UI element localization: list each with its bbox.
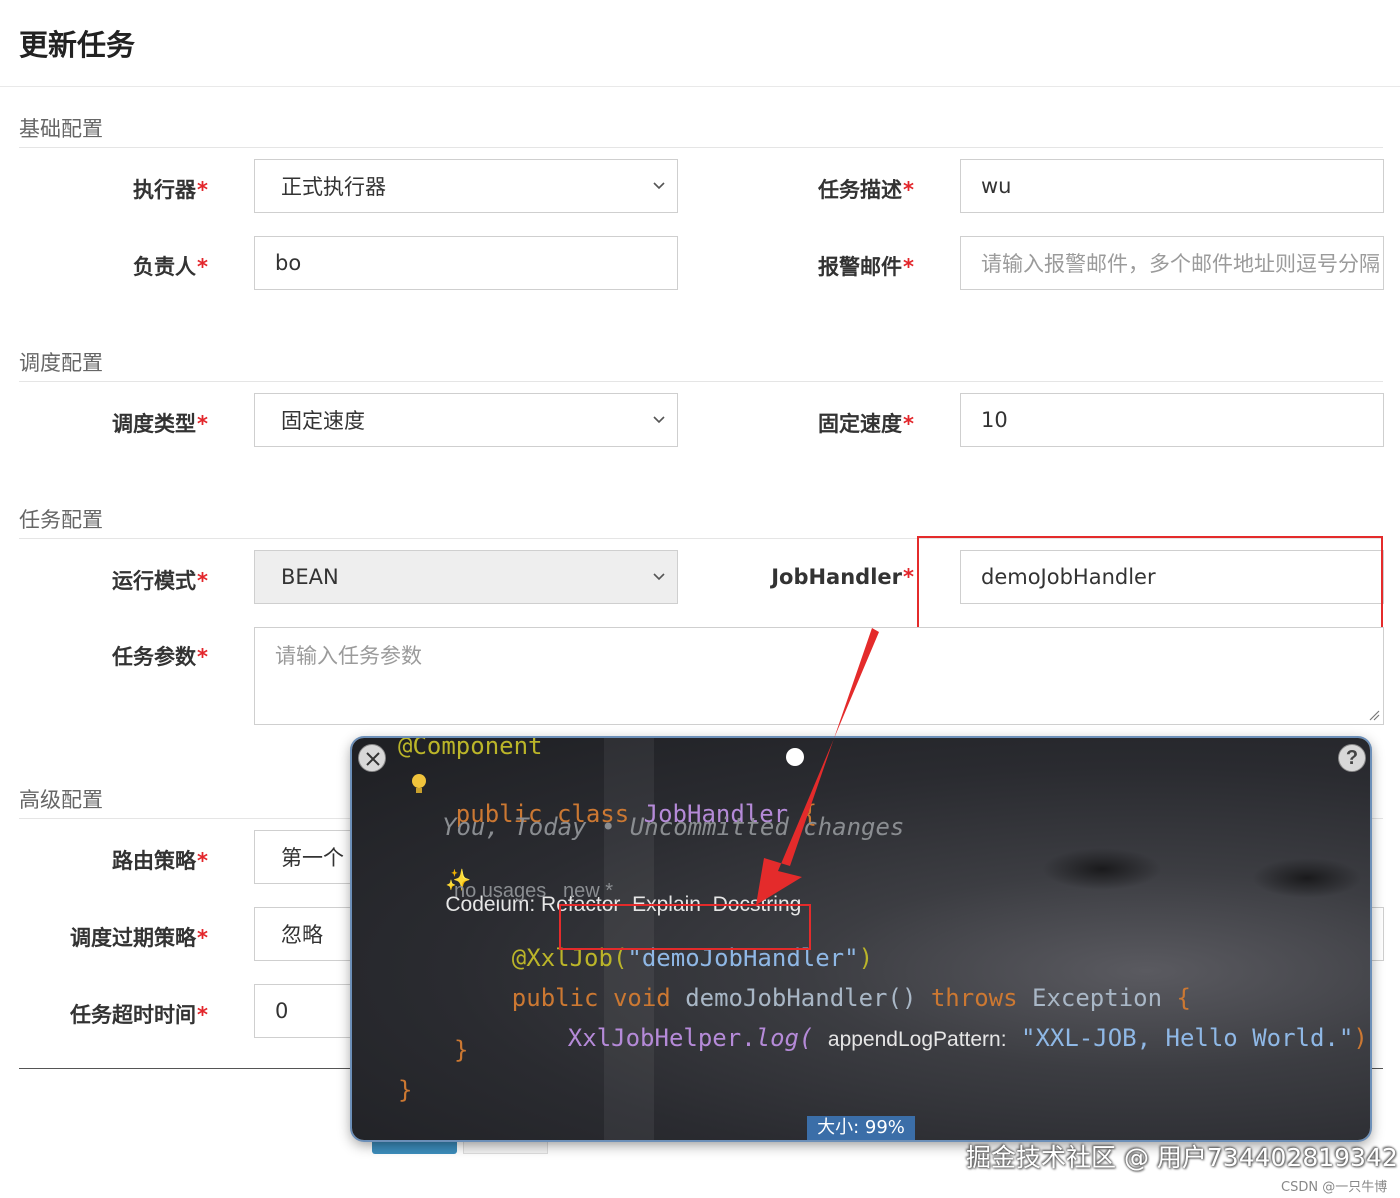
executor-label: 执行器*: [133, 178, 208, 202]
fixed-rate-input[interactable]: 10: [960, 393, 1384, 447]
jobhandler-label: JobHandler*: [771, 565, 914, 589]
executor-select[interactable]: 正式执行器: [254, 159, 678, 213]
desc-label: 任务描述*: [818, 178, 914, 202]
run-mode-label: 运行模式*: [112, 569, 208, 593]
close-button[interactable]: [358, 744, 386, 772]
git-blame-hint: You, Today • Uncommitted changes: [442, 813, 905, 841]
jobhandler-highlight-box: [917, 536, 1383, 630]
run-mode-select[interactable]: BEAN: [254, 550, 678, 604]
section-basic: 基础配置: [19, 113, 1383, 148]
background-shade: [1252, 858, 1362, 898]
fixed-rate-label: 固定速度*: [818, 412, 914, 436]
alarm-email-input[interactable]: 请输入报警邮件，多个邮件地址则逗号分隔: [960, 236, 1384, 290]
csdn-watermark: CSDN @一只牛博: [1281, 1180, 1388, 1195]
params-placeholder: 请输入任务参数: [275, 644, 422, 668]
section-task: 任务配置: [19, 504, 1383, 539]
code-log-line: XxlJobHelper.log( appendLogPattern: "XXL…: [567, 1024, 1370, 1052]
params-textarea[interactable]: 请输入任务参数: [254, 627, 1384, 725]
route-value: 第一个: [281, 846, 344, 870]
alarm-placeholder: 请输入报警邮件，多个邮件地址则逗号分隔: [981, 252, 1380, 276]
code-close-brace: }: [398, 1076, 413, 1104]
lightbulb-icon[interactable]: [410, 772, 428, 796]
chevron-down-icon: [653, 182, 665, 190]
schedule-type-value: 固定速度: [281, 409, 365, 433]
code-close-brace: }: [454, 1036, 469, 1064]
chevron-down-icon: [653, 573, 665, 581]
run-mode-value: BEAN: [281, 565, 339, 589]
misfire-label: 调度过期策略*: [70, 926, 208, 950]
help-button[interactable]: ?: [1338, 744, 1366, 772]
params-label: 任务参数*: [112, 645, 208, 669]
page-title: 更新任务: [19, 28, 136, 62]
owner-input[interactable]: bo: [254, 236, 678, 290]
owner-label: 负责人*: [133, 255, 208, 279]
chevron-down-icon: [653, 416, 665, 424]
schedule-type-select[interactable]: 固定速度: [254, 393, 678, 447]
desc-input[interactable]: wu: [960, 159, 1384, 213]
resize-grip-icon[interactable]: [1368, 709, 1380, 721]
code-preview-popup: ? @Component public class JobHandler { Y…: [352, 738, 1370, 1140]
code-annotation-component: @Component: [398, 738, 543, 760]
background-shade: [1042, 848, 1162, 890]
zoom-size-badge: 大小: 99%: [807, 1116, 915, 1140]
route-label: 路由策略*: [112, 849, 208, 873]
usages-hint: no usages new *: [454, 880, 613, 902]
timeout-label: 任务超时时间*: [70, 1003, 208, 1027]
alarm-label: 报警邮件*: [818, 255, 914, 279]
handle-dot[interactable]: [786, 748, 804, 766]
misfire-value: 忽略: [281, 923, 323, 947]
title-divider: [0, 86, 1400, 87]
annotation-highlight-box: [559, 904, 811, 950]
schedule-type-label: 调度类型*: [112, 412, 208, 436]
executor-value: 正式执行器: [281, 175, 386, 199]
section-schedule: 调度配置: [19, 347, 1383, 382]
watermark-text: 掘金技术社区 @ 用户734402819342: [966, 1143, 1398, 1172]
close-icon: [366, 752, 380, 766]
